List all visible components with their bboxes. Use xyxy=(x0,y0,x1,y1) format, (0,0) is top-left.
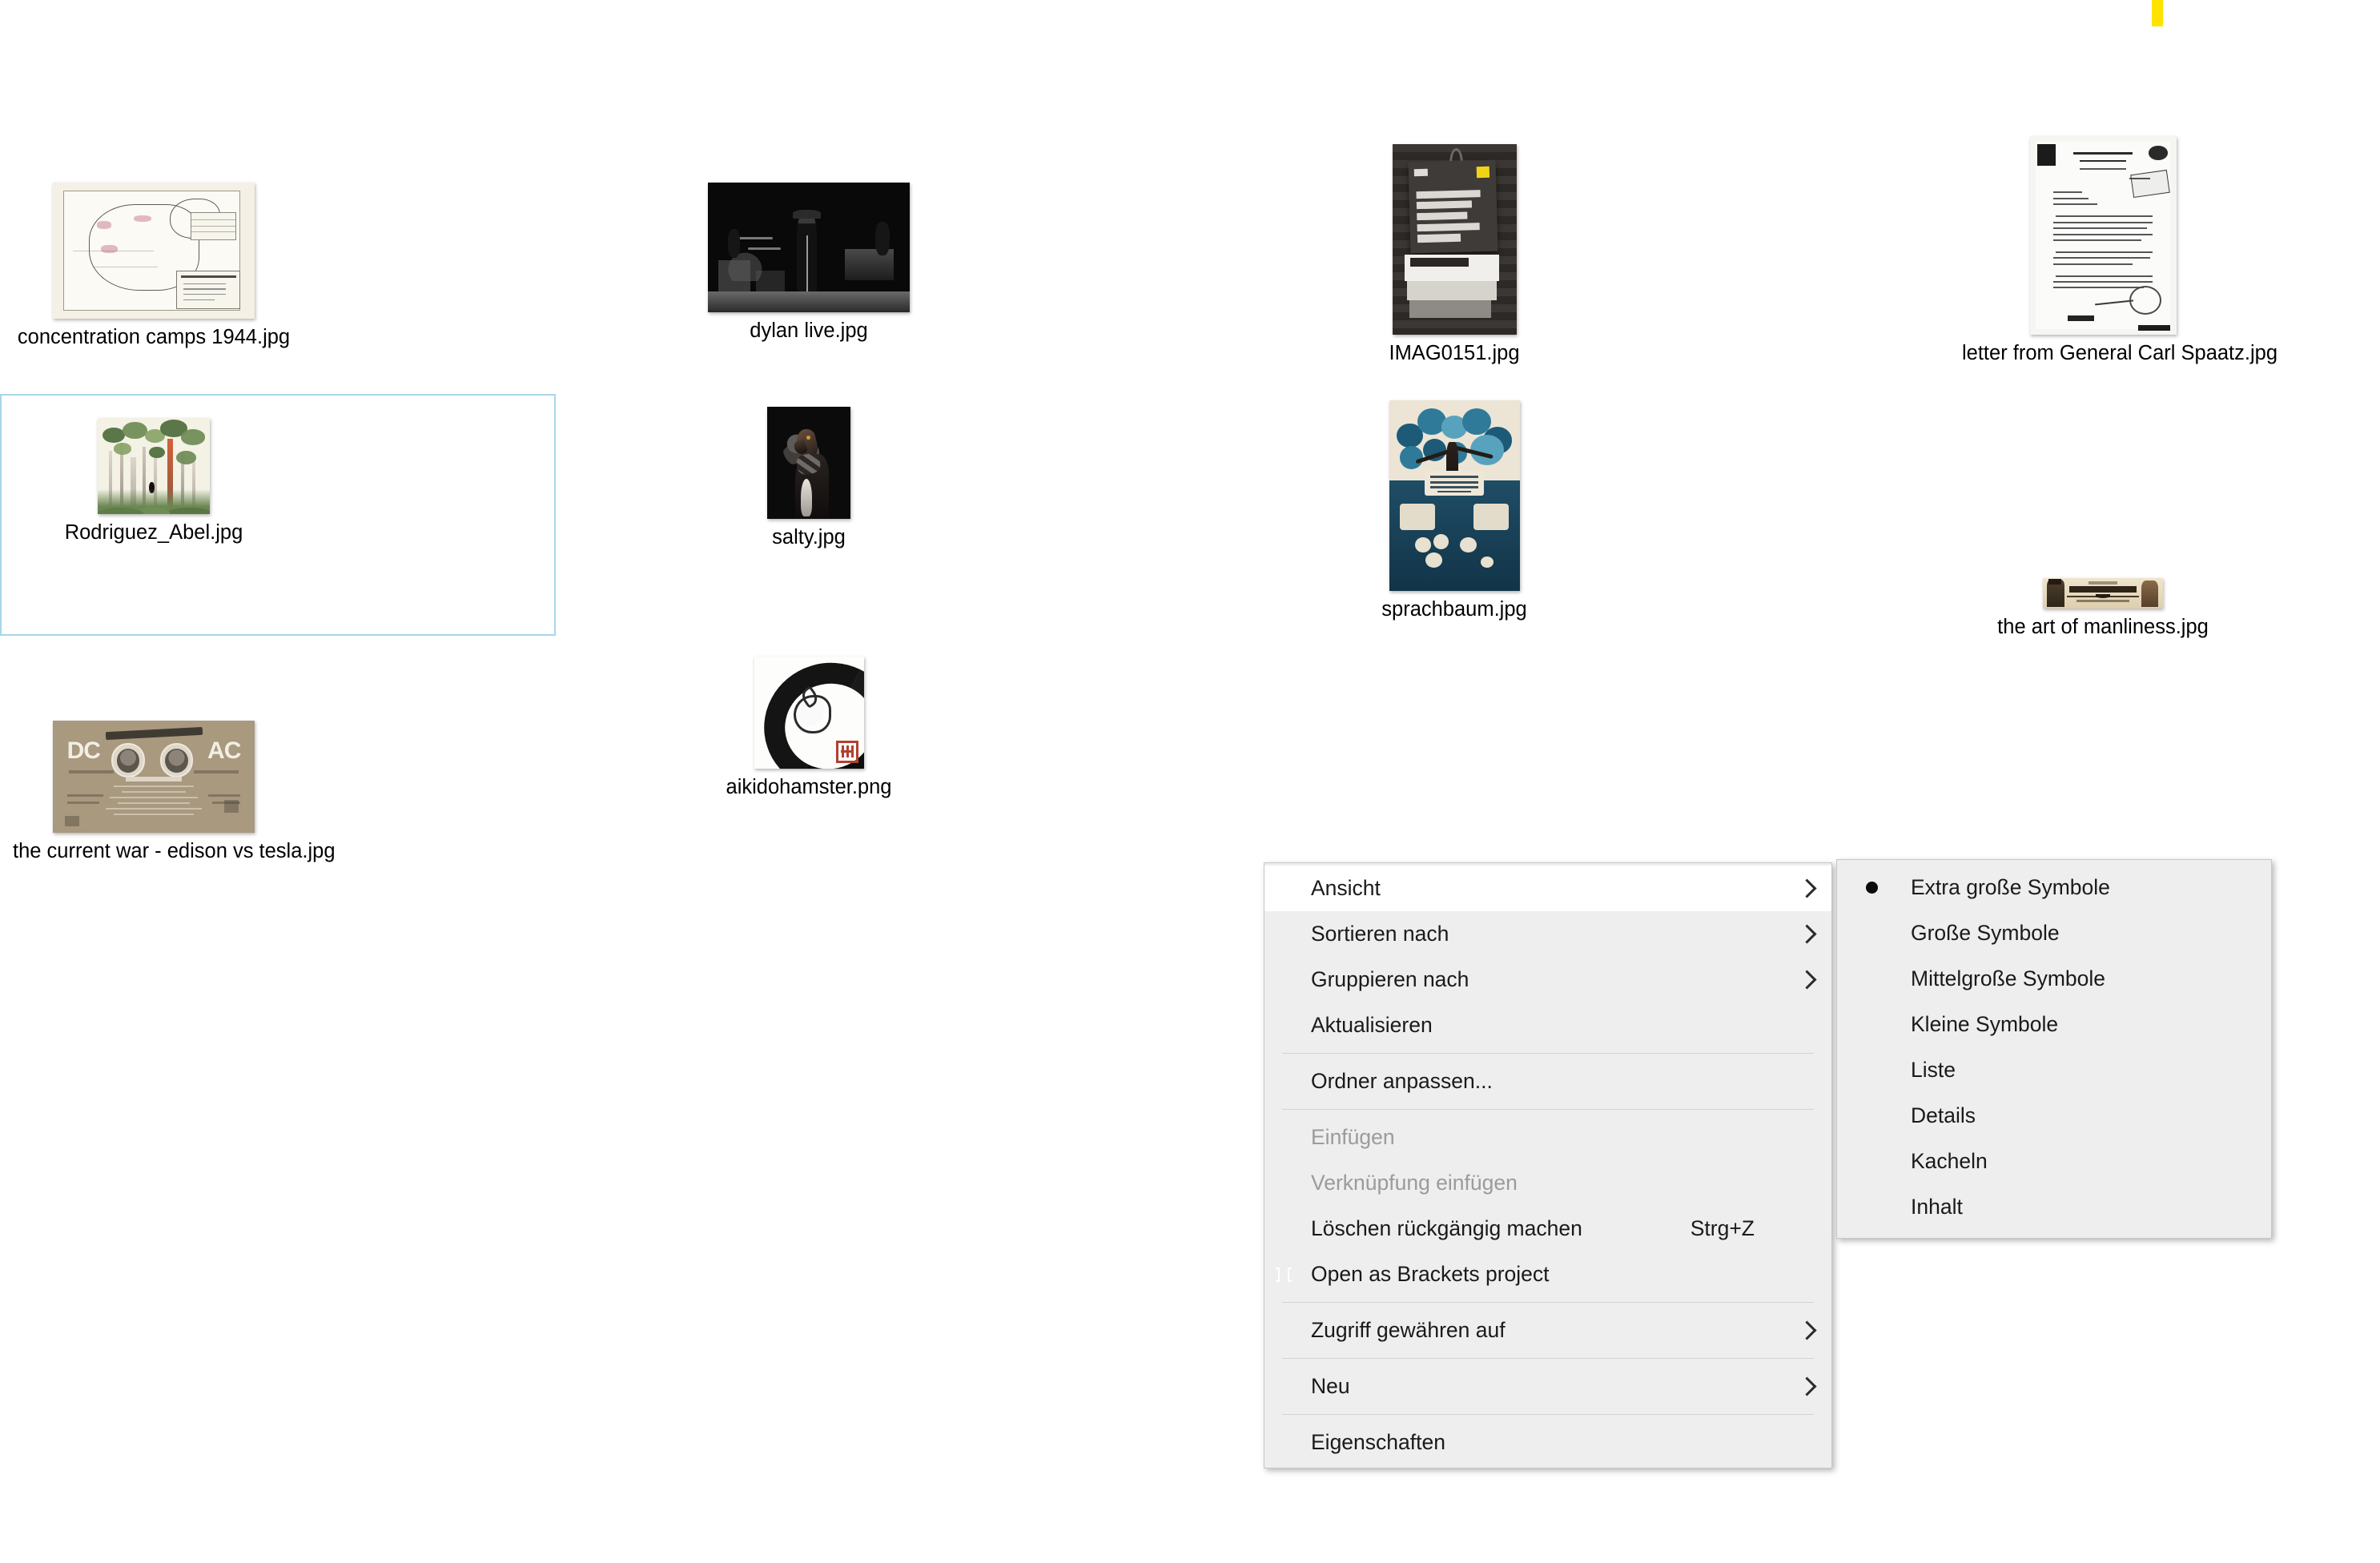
forest-painting-thumbnail xyxy=(98,418,210,514)
file-name-label: letter from General Carl Spaatz.jpg xyxy=(1962,342,2278,364)
current-war-infographic-thumbnail: DC AC xyxy=(53,721,255,833)
file-item-rodriguez-abel[interactable]: Rodriguez_Abel.jpg xyxy=(13,418,295,544)
menu-separator xyxy=(1282,1109,1814,1110)
menu-item-label: Ordner anpassen... xyxy=(1311,1069,1493,1093)
submenu-item-inhalt[interactable]: Inhalt xyxy=(1837,1184,2271,1230)
menu-item-sortieren-nach[interactable]: Sortieren nach xyxy=(1264,911,1831,957)
submenu-item-kacheln[interactable]: Kacheln xyxy=(1837,1139,2271,1184)
brackets-icon xyxy=(1284,1263,1308,1287)
menu-item-einfuegen: Einfügen xyxy=(1264,1115,1831,1160)
submenu-item-extra-grosse-symbole[interactable]: Extra große Symbole xyxy=(1837,865,2271,910)
menu-item-eigenschaften[interactable]: Eigenschaften xyxy=(1264,1420,1831,1465)
submenu-item-liste[interactable]: Liste xyxy=(1837,1047,2271,1093)
submenu-item-label: Kacheln xyxy=(1911,1149,1988,1173)
thumbnail-wrapper xyxy=(1313,400,1595,591)
language-tree-infographic-thumbnail xyxy=(1389,400,1520,591)
view-submenu[interactable]: Extra große Symbole Große Symbole Mittel… xyxy=(1836,859,2272,1239)
menu-item-loeschen-rueckgaengig-machen[interactable]: Löschen rückgängig machen Strg+Z xyxy=(1264,1206,1831,1252)
menu-separator xyxy=(1282,1053,1814,1054)
file-name-label: the current war - edison vs tesla.jpg xyxy=(13,840,336,862)
submenu-item-kleine-symbole[interactable]: Kleine Symbole xyxy=(1837,1002,2271,1047)
map-thumbnail xyxy=(53,183,255,319)
submenu-item-details[interactable]: Details xyxy=(1837,1093,2271,1139)
menu-item-gruppieren-nach[interactable]: Gruppieren nach xyxy=(1264,957,1831,1002)
file-name-label: dylan live.jpg xyxy=(750,319,868,342)
menu-item-neu[interactable]: Neu xyxy=(1264,1364,1831,1409)
menu-item-aktualisieren[interactable]: Aktualisieren xyxy=(1264,1002,1831,1048)
file-icon-grid: concentration camps 1944.jpg Rodriguez_A… xyxy=(0,0,2380,961)
chevron-right-icon xyxy=(1797,970,1817,990)
manliness-banner-thumbnail xyxy=(2043,578,2163,609)
submenu-item-mittelgrosse-symbole[interactable]: Mittelgroße Symbole xyxy=(1837,956,2271,1002)
menu-item-open-as-brackets-project[interactable]: Open as Brackets project xyxy=(1264,1252,1831,1297)
dog-portrait-thumbnail xyxy=(767,407,850,519)
thumbnail-wrapper xyxy=(1962,136,2244,335)
file-name-label: the art of manliness.jpg xyxy=(1997,616,2209,638)
chevron-right-icon xyxy=(1797,1376,1817,1396)
menu-item-label: Gruppieren nach xyxy=(1311,967,1469,991)
submenu-item-label: Mittelgroße Symbole xyxy=(1911,966,2106,990)
file-name-label: concentration camps 1944.jpg xyxy=(17,326,291,348)
thumbnail-wrapper xyxy=(668,657,950,769)
menu-item-label: Einfügen xyxy=(1311,1125,1395,1149)
file-item-dylan-live[interactable]: dylan live.jpg xyxy=(668,183,950,343)
scanned-letter-thumbnail xyxy=(2029,136,2177,335)
submenu-item-label: Extra große Symbole xyxy=(1911,875,2110,899)
thumbnail-wrapper xyxy=(668,407,950,519)
submenu-item-label: Große Symbole xyxy=(1911,921,2060,945)
chevron-right-icon xyxy=(1797,924,1817,944)
menu-item-label: Ansicht xyxy=(1311,876,1381,900)
menu-separator xyxy=(1282,1414,1814,1415)
radio-selected-icon xyxy=(1866,882,1878,894)
file-item-salty[interactable]: salty.jpg xyxy=(668,407,950,549)
submenu-item-label: Liste xyxy=(1911,1058,1956,1082)
thumbnail-wrapper: DC AC xyxy=(13,721,295,833)
file-item-art-of-manliness[interactable]: the art of manliness.jpg xyxy=(1962,561,2244,639)
menu-item-label: Neu xyxy=(1311,1374,1350,1398)
menu-item-shortcut: Strg+Z xyxy=(1690,1216,1755,1240)
menu-item-verknuepfung-einfuegen: Verknüpfung einfügen xyxy=(1264,1160,1831,1206)
file-name-label: aikidohamster.png xyxy=(726,776,892,798)
submenu-item-label: Inhalt xyxy=(1911,1195,1963,1219)
thumbnail-wrapper xyxy=(1313,144,1595,335)
thumbnail-wrapper xyxy=(1962,561,2244,609)
enso-hamster-thumbnail xyxy=(754,657,864,769)
submenu-item-label: Details xyxy=(1911,1103,1976,1127)
file-item-concentration-camps[interactable]: concentration camps 1944.jpg xyxy=(13,183,295,349)
submenu-item-label: Kleine Symbole xyxy=(1911,1012,2059,1036)
menu-item-zugriff-gewaehren-auf[interactable]: Zugriff gewähren auf xyxy=(1264,1308,1831,1353)
menu-item-ordner-anpassen[interactable]: Ordner anpassen... xyxy=(1264,1059,1831,1104)
file-name-label: salty.jpg xyxy=(772,526,846,548)
concert-photo-thumbnail xyxy=(708,183,910,312)
menu-item-ansicht[interactable]: Ansicht xyxy=(1264,866,1831,911)
file-name-label: IMAG0151.jpg xyxy=(1389,342,1520,364)
chevron-right-icon xyxy=(1797,1320,1817,1340)
file-name-label: Rodriguez_Abel.jpg xyxy=(64,521,243,544)
menu-separator xyxy=(1282,1302,1814,1303)
thumbnail-wrapper xyxy=(668,183,950,312)
menu-item-label: Verknüpfung einfügen xyxy=(1311,1171,1518,1195)
file-item-sprachbaum[interactable]: sprachbaum.jpg xyxy=(1313,400,1595,621)
file-item-letter-spaatz[interactable]: letter from General Carl Spaatz.jpg xyxy=(1962,136,2278,365)
file-name-label: sprachbaum.jpg xyxy=(1381,598,1527,621)
menu-separator xyxy=(1282,1358,1814,1359)
menu-item-label: Löschen rückgängig machen xyxy=(1311,1216,1582,1240)
thumbnail-wrapper xyxy=(13,183,295,319)
thumbnail-wrapper xyxy=(13,418,295,514)
context-menu[interactable]: Ansicht Sortieren nach Gruppieren nach A… xyxy=(1264,862,1832,1469)
menu-item-label: Zugriff gewähren auf xyxy=(1311,1318,1506,1342)
chevron-right-icon xyxy=(1797,878,1817,898)
submenu-item-grosse-symbole[interactable]: Große Symbole xyxy=(1837,910,2271,956)
menu-item-label: Eigenschaften xyxy=(1311,1430,1445,1454)
menu-item-label: Sortieren nach xyxy=(1311,922,1449,946)
file-item-imag0151[interactable]: IMAG0151.jpg xyxy=(1313,144,1595,365)
file-item-aikidohamster[interactable]: aikidohamster.png xyxy=(668,657,950,799)
menu-item-label: Open as Brackets project xyxy=(1311,1262,1550,1286)
menu-item-label: Aktualisieren xyxy=(1311,1013,1433,1037)
file-item-current-war[interactable]: DC AC the current war - edison vs tesla.… xyxy=(13,721,336,863)
clothing-hangtag-photo-thumbnail xyxy=(1392,144,1517,335)
